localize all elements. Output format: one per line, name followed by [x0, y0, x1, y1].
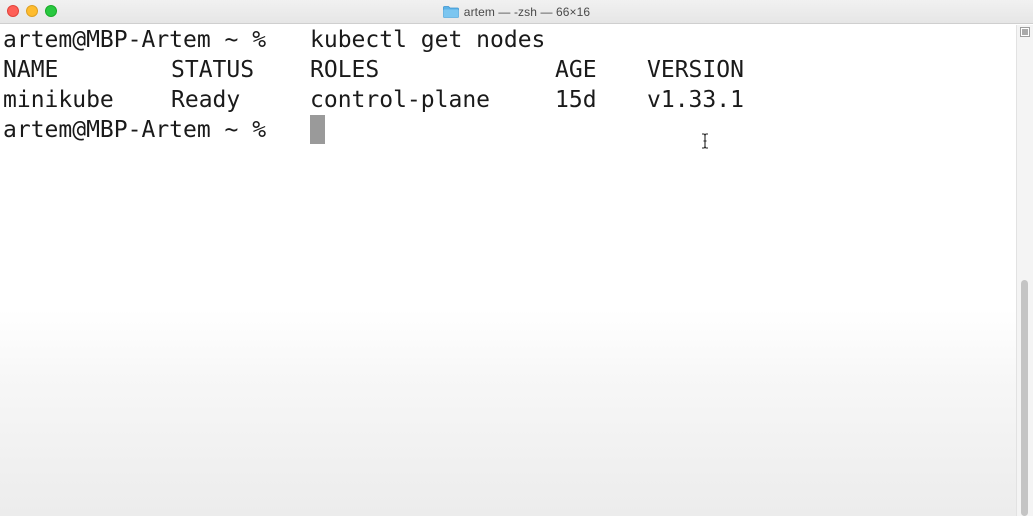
- node-status: Ready: [171, 87, 241, 113]
- header-age: AGE: [555, 57, 597, 83]
- minimize-window-button[interactable]: [26, 5, 38, 17]
- node-name: minikube: [3, 87, 114, 113]
- shell-prompt: artem@MBP-Artem ~ %: [3, 117, 267, 143]
- terminal-window: artem — -zsh — 66×16 artem@MBP-Artem ~ %…: [0, 0, 1033, 516]
- table-row: minikube Ready control-plane 15d v1.33.1: [3, 85, 744, 115]
- table-header-row: NAME STATUS ROLES AGE VERSION: [3, 55, 744, 85]
- header-roles: ROLES: [310, 57, 380, 83]
- scrollbar-thumb[interactable]: [1021, 280, 1028, 516]
- header-status: STATUS: [171, 57, 255, 83]
- vertical-scrollbar[interactable]: [1016, 25, 1033, 516]
- terminal-line-command: artem@MBP-Artem ~ % kubectl get nodes: [3, 25, 545, 55]
- header-name: NAME: [3, 57, 59, 83]
- block-cursor: [310, 115, 325, 144]
- node-version: v1.33.1: [647, 87, 744, 113]
- node-roles: control-plane: [310, 87, 491, 113]
- folder-icon: [442, 5, 459, 18]
- window-title-group: artem — -zsh — 66×16: [0, 0, 1033, 23]
- title-bar[interactable]: artem — -zsh — 66×16: [0, 0, 1033, 24]
- maximize-window-button[interactable]: [45, 5, 57, 17]
- terminal-output[interactable]: artem@MBP-Artem ~ % kubectl get nodes NA…: [0, 25, 1016, 516]
- terminal-line-prompt: artem@MBP-Artem ~ %: [3, 115, 266, 145]
- window-title: artem — -zsh — 66×16: [463, 4, 591, 19]
- text-ibeam-icon: [702, 133, 708, 149]
- header-version: VERSION: [647, 57, 744, 83]
- close-window-button[interactable]: [7, 5, 19, 17]
- command-text: kubectl get nodes: [310, 27, 546, 53]
- node-age: 15d: [555, 87, 597, 113]
- shell-prompt: artem@MBP-Artem ~ %: [3, 27, 267, 53]
- scroll-menu-icon[interactable]: [1020, 27, 1030, 37]
